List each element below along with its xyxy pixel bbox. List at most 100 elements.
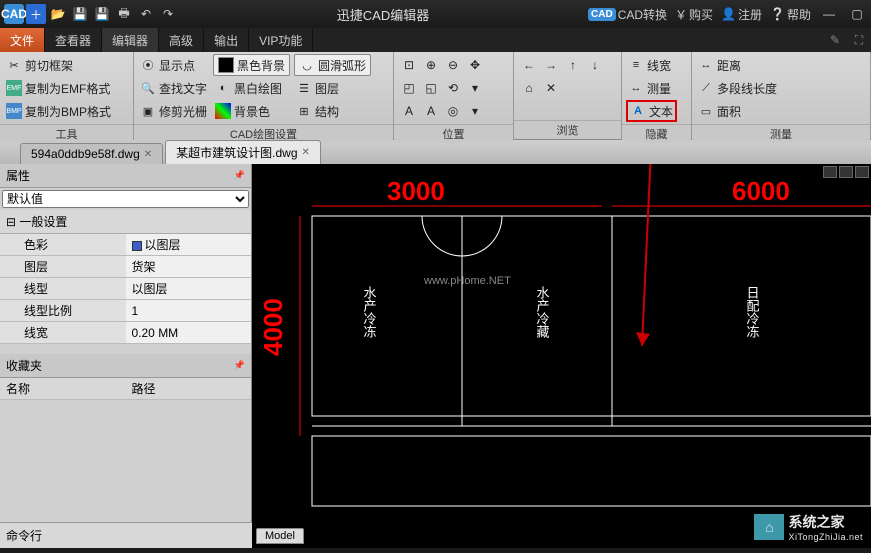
- zoom-out-icon[interactable]: ⊖: [442, 54, 464, 76]
- title-bar: CAD ＋ 📂 💾 💾 🖶 ↶ ↷ 迅捷CAD编辑器 CADCAD转换 ￥购买 …: [0, 0, 871, 28]
- new-icon[interactable]: ＋: [26, 4, 46, 24]
- undo-icon[interactable]: ↶: [136, 4, 156, 24]
- view-a-icon[interactable]: A: [398, 100, 420, 122]
- down2-icon[interactable]: ▾: [464, 100, 486, 122]
- bmp-icon: BMP: [6, 103, 22, 119]
- scissors-icon: ✂: [6, 57, 22, 73]
- group-label-position: 位置: [394, 124, 513, 143]
- nav-left-icon[interactable]: ←: [518, 54, 540, 76]
- zoom-in-icon[interactable]: ⊕: [420, 54, 442, 76]
- table-row: 图层货架: [0, 256, 251, 278]
- doc-tab-2[interactable]: 某超市建筑设计图.dwg✕: [165, 140, 321, 164]
- pin-icon[interactable]: 📌: [234, 170, 245, 181]
- find-icon: 🔍: [140, 80, 156, 96]
- drawing-canvas[interactable]: 3000 6000 4000 水产冷冻 水产冷藏 日配冷冻 www.pHome.…: [252, 164, 871, 548]
- print-icon[interactable]: 🖶: [114, 4, 134, 24]
- zoom-prev-icon[interactable]: ⟲: [442, 77, 464, 99]
- expand-icon[interactable]: ⛶: [847, 28, 871, 52]
- maximize-icon[interactable]: ▢: [847, 4, 867, 24]
- nav-up-icon[interactable]: ↑: [562, 54, 584, 76]
- canvas-close-icon[interactable]: [855, 166, 869, 178]
- favorites-table: 名称路径: [0, 378, 251, 400]
- emf-icon: EMF: [6, 80, 22, 96]
- ruler-pencil-icon[interactable]: ✎: [823, 28, 847, 52]
- copy-bmp-button[interactable]: BMP复制为BMP格式: [4, 100, 113, 122]
- table-row: 色彩以图层: [0, 234, 251, 256]
- house-icon: ⌂: [754, 514, 784, 540]
- ruler-icon: ↔: [628, 80, 644, 96]
- zoom-window-icon[interactable]: ◰: [398, 77, 420, 99]
- document-tabs: 594a0ddb9e58f.dwg✕ 某超市建筑设计图.dwg✕: [0, 140, 871, 164]
- doc-tab-1[interactable]: 594a0ddb9e58f.dwg✕: [20, 143, 163, 164]
- command-line[interactable]: 命令行: [0, 522, 252, 548]
- measure-button[interactable]: ↔测量: [626, 77, 677, 99]
- layer-icon: ☰: [296, 80, 312, 96]
- section-general[interactable]: ⊟ 一般设置: [0, 210, 251, 234]
- distance-button[interactable]: ↔距离: [696, 54, 779, 76]
- bg-color-button[interactable]: 背景色: [213, 100, 290, 122]
- table-row: 线宽0.20 MM: [0, 322, 251, 344]
- polylen-button[interactable]: ⟋多段线长度: [696, 77, 779, 99]
- text-icon: A: [630, 103, 646, 119]
- clip-frame-button[interactable]: ✂剪切框架: [4, 54, 113, 76]
- black-bg-button[interactable]: 黑色背景: [213, 54, 290, 76]
- show-point-button[interactable]: ⦿显示点: [138, 54, 209, 76]
- bw-icon: ◐: [215, 80, 231, 96]
- tab-viewer[interactable]: 查看器: [45, 28, 102, 52]
- dim-4000: 4000: [258, 298, 288, 356]
- zoom-fit-icon[interactable]: ⊡: [398, 54, 420, 76]
- redo-icon[interactable]: ↷: [158, 4, 178, 24]
- structure-button[interactable]: ⊞结构: [294, 100, 371, 122]
- saveas-icon[interactable]: 💾: [92, 4, 112, 24]
- room-label: 日配冷冻: [745, 286, 760, 338]
- linewidth-button[interactable]: ≡线宽: [626, 54, 677, 76]
- layer-button[interactable]: ☰图层: [294, 77, 371, 99]
- tab-file[interactable]: 文件: [0, 28, 45, 52]
- cad-convert-button[interactable]: CADCAD转换: [588, 6, 667, 23]
- room-label: 水产冷冻: [362, 286, 377, 338]
- default-select[interactable]: 默认值: [2, 190, 249, 208]
- nav-x-icon[interactable]: ✕: [540, 77, 562, 99]
- table-row: 线型比例1: [0, 300, 251, 322]
- area-button[interactable]: ▭面积: [696, 100, 779, 122]
- view-c-icon[interactable]: ◎: [442, 100, 464, 122]
- smooth-arc-button[interactable]: ◡圆滑弧形: [294, 54, 371, 76]
- canvas-min-icon[interactable]: [823, 166, 837, 178]
- pin-icon[interactable]: 📌: [234, 360, 245, 371]
- pan-icon[interactable]: ✥: [464, 54, 486, 76]
- close-icon[interactable]: ✕: [302, 147, 310, 158]
- help-button[interactable]: ❔帮助: [770, 6, 811, 23]
- tab-vip[interactable]: VIP功能: [249, 28, 313, 52]
- app-title: 迅捷CAD编辑器: [178, 5, 588, 24]
- save-icon[interactable]: 💾: [70, 4, 90, 24]
- nav-right-icon[interactable]: →: [540, 54, 562, 76]
- copy-emf-button[interactable]: EMF复制为EMF格式: [4, 77, 113, 99]
- nav-home-icon[interactable]: ⌂: [518, 77, 540, 99]
- text-button[interactable]: A文本: [626, 100, 677, 122]
- model-tab[interactable]: Model: [256, 528, 304, 544]
- arc-icon: ◡: [299, 57, 315, 73]
- nav-down-icon[interactable]: ↓: [584, 54, 606, 76]
- clip-raster-button[interactable]: ▣修剪光栅: [138, 100, 209, 122]
- register-button[interactable]: 👤注册: [721, 6, 762, 23]
- minimize-icon[interactable]: —: [819, 4, 839, 24]
- down-icon[interactable]: ▾: [464, 77, 486, 99]
- canvas-max-icon[interactable]: [839, 166, 853, 178]
- help-icon: ❔: [770, 7, 785, 21]
- buy-button[interactable]: ￥购买: [675, 6, 713, 23]
- find-text-button[interactable]: 🔍查找文字: [138, 77, 209, 99]
- ribbon: ✂剪切框架 EMF复制为EMF格式 BMP复制为BMP格式 工具 ⦿显示点 🔍查…: [0, 52, 871, 140]
- open-icon[interactable]: 📂: [48, 4, 68, 24]
- tab-editor[interactable]: 编辑器: [102, 28, 159, 52]
- dim-3000: 3000: [387, 176, 445, 206]
- tab-advanced[interactable]: 高级: [159, 28, 204, 52]
- tab-output[interactable]: 输出: [204, 28, 249, 52]
- distance-icon: ↔: [698, 57, 714, 73]
- polyline-icon: ⟋: [698, 80, 714, 96]
- close-icon[interactable]: ✕: [144, 149, 152, 160]
- view-b-icon[interactable]: A: [420, 100, 442, 122]
- zoom-ext-icon[interactable]: ◱: [420, 77, 442, 99]
- bw-draw-button[interactable]: ◐黑白绘图: [213, 77, 290, 99]
- app-icon: CAD: [4, 4, 24, 24]
- user-icon: 👤: [721, 7, 736, 21]
